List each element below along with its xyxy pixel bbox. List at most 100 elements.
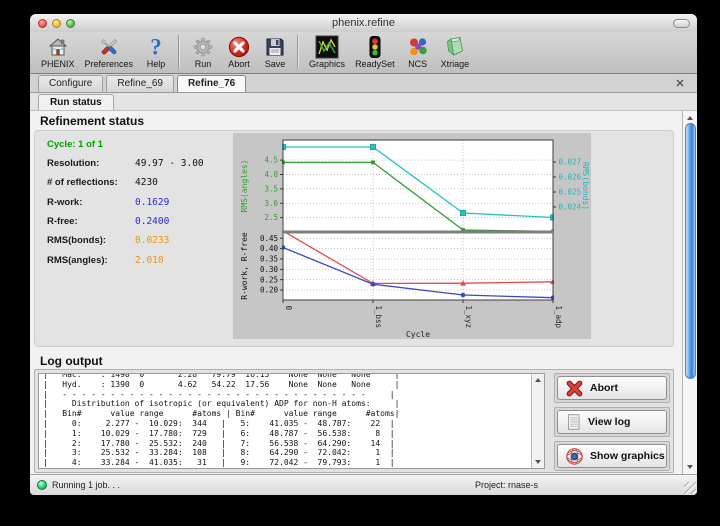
spheres-icon [405,34,431,59]
gear-icon [190,34,216,59]
log-scroll-down-icon[interactable] [532,457,544,467]
tab-refine_69[interactable]: Refine_69 [106,75,174,92]
status-row-value: 4230 [135,177,158,188]
minimize-window-button[interactable] [52,19,61,28]
traffic-light-icon [362,34,388,59]
status-row-value: 49.97 - 3.00 [135,158,204,169]
refinement-status-panel: Cycle: 1 of 1 Resolution:49.97 - 3.00# o… [34,130,674,347]
toolbar-button-save[interactable]: Save [257,34,293,70]
subtab-bar: Run status [30,93,697,111]
toolbar-button-help[interactable]: ?Help [138,34,174,70]
status-row: Resolution:49.97 - 3.00 [47,158,237,169]
log-scroll-up-icon[interactable] [532,375,544,385]
toolbar-button-label: NCS [408,59,427,70]
traffic-lights [38,19,75,28]
svg-text:0.024: 0.024 [559,203,582,212]
log-scrollbar[interactable] [531,374,544,468]
svg-text:0.30: 0.30 [260,265,279,274]
toolbar-button-label: Help [147,59,166,70]
toolbar-button-abort[interactable]: Abort [221,34,257,70]
status-row-value: 0.0233 [135,235,169,246]
svg-text:1_bss: 1_bss [374,306,383,329]
svg-text:RMS(bonds): RMS(bonds) [581,162,590,210]
svg-text:0.45: 0.45 [260,234,278,243]
tab-configure[interactable]: Configure [38,75,103,92]
log-output-view[interactable]: | Mac. : 1498 0 2.28 79.79 16.13 None No… [39,374,531,468]
toolbar-button-label: Preferences [85,59,134,70]
svg-text:4.0: 4.0 [264,170,278,179]
tab-refine_76[interactable]: Refine_76 [177,75,246,92]
button-label: Show graphics [590,450,665,462]
resize-grip[interactable] [684,482,696,494]
view-log-button[interactable]: View log [557,410,667,434]
status-row-label: RMS(angles): [47,255,135,266]
svg-text:0.20: 0.20 [260,286,279,295]
scrollbar-thumb[interactable] [685,123,696,379]
svg-text:3.5: 3.5 [264,184,278,193]
toolbar: PHENIXPreferences?HelpRunAbortSaveGraphi… [30,32,697,74]
status-row: R-free:0.2400 [47,216,237,227]
svg-text:Cycle: Cycle [406,330,430,339]
toolbar-button-preferences[interactable]: Preferences [80,34,139,70]
svg-text:0.25: 0.25 [260,275,278,284]
toolbar-group: Run Abort Save [185,34,293,70]
toolbar-toggle-button[interactable] [673,19,690,28]
status-row: RMS(bonds):0.0233 [47,235,237,246]
tab-run-status[interactable]: Run status [38,94,114,110]
svg-text:2.5: 2.5 [264,213,278,222]
close-tab-icon[interactable] [675,78,685,88]
phenix-refine-window: phenix.refine PHENIXPreferences?HelpRunA… [30,14,697,495]
svg-text:?: ? [150,35,162,59]
svg-text:0.40: 0.40 [260,244,279,253]
toolbar-group: PHENIXPreferences?Help [36,34,174,70]
crystal-icon [442,34,468,59]
toolbar-button-readyset[interactable]: ReadySet [350,34,400,70]
scroll-up-icon[interactable] [684,112,696,123]
toolbar-button-ncs[interactable]: NCS [400,34,436,70]
toolbar-button-label: Xtriage [441,59,470,70]
toolbar-button-label: Save [265,59,286,70]
toolbar-button-xtriage[interactable]: Xtriage [436,34,475,70]
status-row-label: RMS(bonds): [47,235,135,246]
main-scrollbar[interactable] [682,111,697,474]
document-icon [565,413,582,431]
status-row: # of reflections:4230 [47,177,237,188]
status-row-label: Resolution: [47,158,135,169]
toolbar-separator [297,35,298,69]
close-window-button[interactable] [38,19,47,28]
run-status-page: Refinement status Cycle: 1 of 1 Resoluti… [30,111,682,474]
toolbar-button-run[interactable]: Run [185,34,221,70]
toolbar-button-label: Run [195,59,212,70]
status-bar: Running 1 job. . . Project: rnase-s [30,474,697,495]
button-label: View log [588,416,630,428]
toolbar-button-graphics[interactable]: Graphics [304,34,350,70]
status-row-label: R-work: [47,197,135,208]
log-output-heading: Log output [30,351,682,370]
zoom-window-button[interactable] [66,19,75,28]
graphics-sphere-icon [565,447,584,466]
refinement-status-heading: Refinement status [30,111,682,130]
status-row-label: R-free: [47,216,135,227]
svg-text:1_adp: 1_adp [554,306,563,329]
scroll-down-icon[interactable] [684,461,696,472]
svg-text:0.027: 0.027 [559,158,582,167]
titlebar[interactable]: phenix.refine [30,14,697,32]
toolbar-button-label: Graphics [309,59,345,70]
button-cell: Show graphics [554,441,670,471]
svg-text:0: 0 [284,306,293,311]
status-row: R-work:0.1629 [47,197,237,208]
status-row-value: 0.1629 [135,197,169,208]
status-row-label: # of reflections: [47,177,135,188]
cycle-label: Cycle: 1 of 1 [47,139,103,150]
svg-text:0.026: 0.026 [559,173,582,182]
toolbar-button-label: ReadySet [355,59,395,70]
show-graphics-button[interactable]: Show graphics [557,444,667,468]
abort-button[interactable]: Abort [557,376,667,400]
window-title: phenix.refine [30,14,697,32]
toolbar-button-label: PHENIX [41,59,75,70]
toolbar-separator [178,35,179,69]
svg-text:0.35: 0.35 [260,255,278,264]
project-label: Project: rnase-s [475,480,538,490]
question-icon: ? [143,34,169,59]
toolbar-button-phenix[interactable]: PHENIX [36,34,80,70]
